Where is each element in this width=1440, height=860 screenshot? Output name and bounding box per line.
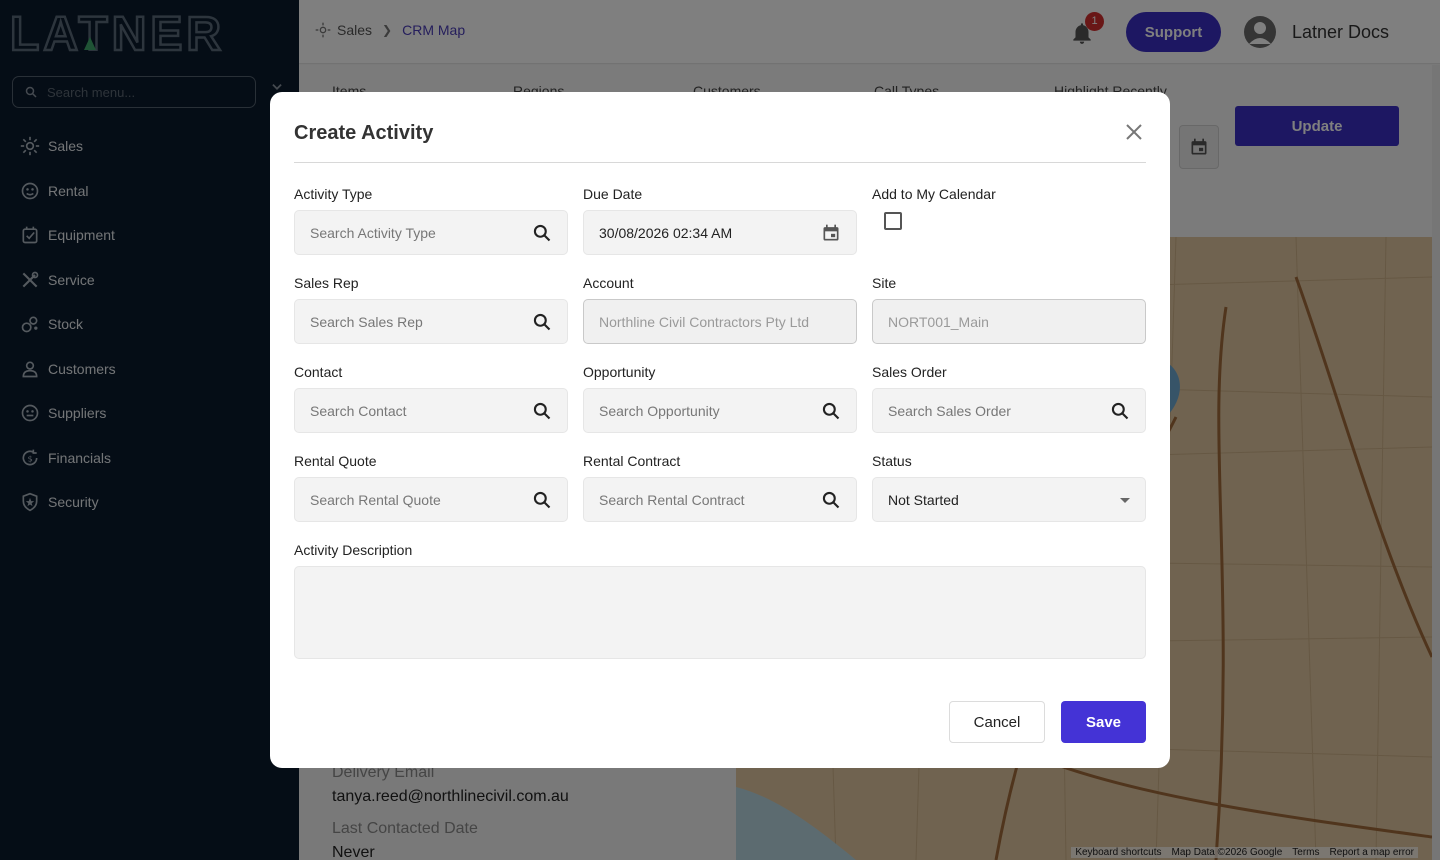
status-value: Not Started <box>888 491 959 508</box>
site-field: Site <box>872 273 1146 344</box>
opportunity-input[interactable] <box>599 402 799 419</box>
search-icon[interactable] <box>1110 401 1130 421</box>
close-icon[interactable] <box>1122 120 1146 144</box>
rental-quote-field: Rental Quote <box>294 451 568 522</box>
site-input-wrap <box>872 299 1146 344</box>
sales-rep-input[interactable] <box>310 313 510 330</box>
activity-type-field: Activity Type <box>294 184 568 255</box>
search-icon[interactable] <box>821 490 841 510</box>
calendar-icon[interactable] <box>821 223 841 243</box>
account-field: Account <box>583 273 857 344</box>
rental-contract-field: Rental Contract <box>583 451 857 522</box>
site-input <box>888 313 1088 330</box>
activity-type-input[interactable] <box>310 224 510 241</box>
dropdown-arrow-icon <box>1120 498 1130 503</box>
sales-order-input-wrap <box>872 388 1146 433</box>
contact-input[interactable] <box>310 402 510 419</box>
status-field: Status Not Started <box>872 451 1146 522</box>
opportunity-field: Opportunity <box>583 362 857 433</box>
field-label: Opportunity <box>583 364 656 380</box>
description-textarea[interactable] <box>294 566 1146 659</box>
due-date-input[interactable] <box>599 224 799 241</box>
rental-contract-input[interactable] <box>599 491 799 508</box>
rental-contract-input-wrap <box>583 477 857 522</box>
field-label: Contact <box>294 364 343 380</box>
add-to-calendar-field: Add to My Calendar <box>872 184 1146 238</box>
search-icon[interactable] <box>532 401 552 421</box>
sales-order-field: Sales Order <box>872 362 1146 433</box>
field-label: Sales Order <box>872 364 947 380</box>
sales-rep-field: Sales Rep <box>294 273 568 344</box>
sales-rep-input-wrap <box>294 299 568 344</box>
field-label: Add to My Calendar <box>872 186 996 202</box>
field-label: Activity Description <box>294 542 413 558</box>
field-label: Rental Contract <box>583 453 681 469</box>
add-to-calendar-checkbox[interactable] <box>884 212 902 230</box>
search-icon[interactable] <box>532 312 552 332</box>
field-label: Account <box>583 275 634 291</box>
sales-order-input[interactable] <box>888 402 1088 419</box>
field-label: Activity Type <box>294 186 373 202</box>
field-label: Rental Quote <box>294 453 377 469</box>
rental-quote-input-wrap <box>294 477 568 522</box>
activity-type-input-wrap <box>294 210 568 255</box>
divider <box>294 162 1146 163</box>
cancel-button[interactable]: Cancel <box>949 701 1045 743</box>
search-icon[interactable] <box>532 490 552 510</box>
modal-title: Create Activity <box>294 122 434 144</box>
save-button[interactable]: Save <box>1061 701 1146 743</box>
field-label: Site <box>872 275 897 291</box>
contact-field: Contact <box>294 362 568 433</box>
due-date-field: Due Date <box>583 184 857 255</box>
rental-quote-input[interactable] <box>310 491 510 508</box>
search-icon[interactable] <box>532 223 552 243</box>
account-input-wrap <box>583 299 857 344</box>
due-date-input-wrap <box>583 210 857 255</box>
search-icon[interactable] <box>821 401 841 421</box>
create-activity-dialog: Create Activity Activity Type Due Date A… <box>270 92 1170 768</box>
field-label: Due Date <box>583 186 643 202</box>
description-field: Activity Description <box>294 540 1146 664</box>
opportunity-input-wrap <box>583 388 857 433</box>
account-input <box>599 313 839 330</box>
contact-input-wrap <box>294 388 568 433</box>
field-label: Sales Rep <box>294 275 359 291</box>
field-label: Status <box>872 453 912 469</box>
status-select[interactable]: Not Started <box>872 477 1146 522</box>
